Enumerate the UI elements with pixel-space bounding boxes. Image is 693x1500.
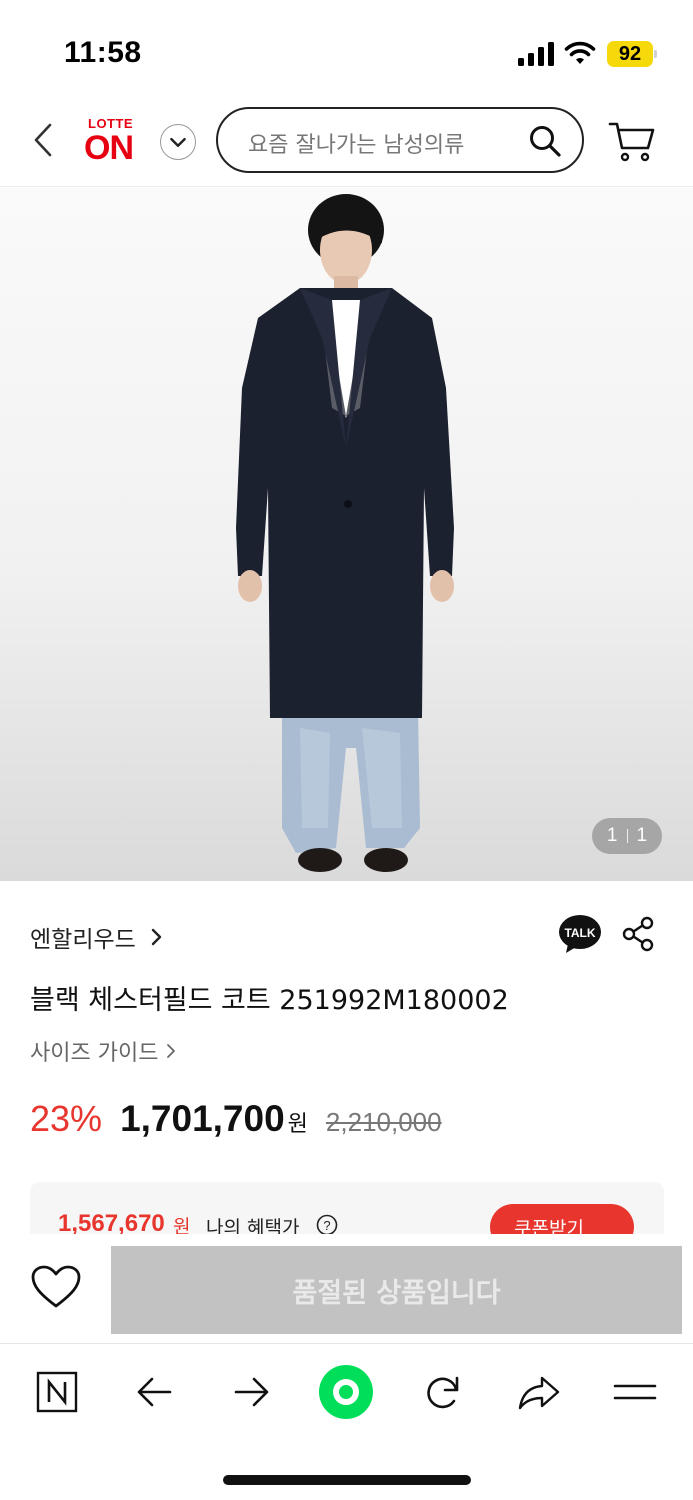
status-bar: 11:58 92 (0, 0, 693, 100)
battery-indicator: 92 (607, 41, 657, 67)
battery-tip (654, 50, 657, 58)
benefit-label: 나의 혜택가 (206, 1217, 300, 1234)
cart-icon[interactable] (608, 120, 656, 164)
image-counter-divider (626, 829, 628, 843)
search-input[interactable]: 요즘 잘나가는 남성의류 (248, 127, 464, 159)
coupon-button[interactable]: 쿠폰받기 (490, 1204, 634, 1234)
image-counter-total: 1 (636, 825, 648, 846)
size-guide-link[interactable]: 사이즈 가이드 (30, 1035, 176, 1067)
status-time: 11:58 (64, 36, 142, 69)
wifi-icon (564, 41, 596, 64)
browser-toolbar (0, 1345, 693, 1500)
arrow-right-icon[interactable] (226, 1367, 276, 1417)
search-icon[interactable] (528, 124, 562, 158)
home-indicator[interactable] (223, 1475, 471, 1485)
size-guide-label[interactable]: 사이즈 가이드 (30, 1035, 158, 1067)
svg-text:TALK: TALK (564, 926, 595, 940)
battery-level: 92 (607, 41, 653, 67)
heart-icon[interactable] (30, 1264, 82, 1310)
lotte-on-logo[interactable]: LOTTE ON (84, 114, 144, 170)
benefit-price-box: 1,567,670 원 나의 혜택가 ? 쿠폰받기 (30, 1182, 664, 1234)
purchase-action-bar: 품절된 상품입니다 (0, 1234, 693, 1344)
product-title: 블랙 체스터필드 코트 251992M180002 (30, 985, 509, 1016)
soldout-button[interactable]: 품절된 상품입니다 (111, 1246, 682, 1334)
help-icon[interactable]: ? (316, 1214, 338, 1234)
sale-price: 1,701,700 (120, 1098, 285, 1139)
original-price: 2,210,000 (325, 1107, 442, 1137)
cellular-signal-icon (518, 42, 554, 66)
refresh-icon[interactable] (418, 1367, 468, 1417)
chevron-right-icon (167, 1044, 176, 1058)
price-row: 23% 1,701,700 원 2,210,000 (30, 1098, 442, 1140)
image-counter: 1 1 (592, 818, 662, 854)
search-bar[interactable]: 요즘 잘나가는 남성의류 (216, 107, 584, 173)
chevron-down-icon[interactable] (160, 124, 196, 160)
back-icon[interactable] (28, 122, 60, 158)
naver-green-dot-icon[interactable] (318, 1364, 374, 1420)
benefit-price-currency: 원 (173, 1216, 191, 1234)
brand-name[interactable]: 엔할리우드 (30, 920, 136, 954)
coupon-button-label: 쿠폰받기 (514, 1218, 584, 1234)
svg-text:?: ? (323, 1218, 330, 1233)
product-photo (236, 194, 454, 872)
menu-icon[interactable] (610, 1367, 660, 1417)
share-icon[interactable] (620, 915, 656, 953)
app-header: LOTTE ON 요즘 잘나가는 남성의류 (0, 100, 693, 187)
benefit-price: 1,567,670 (58, 1210, 165, 1234)
logo-on-text: ON (84, 129, 134, 167)
sale-price-currency: 원 (287, 1112, 308, 1137)
discount-rate: 23% (30, 1098, 103, 1139)
kakao-talk-icon[interactable]: TALK (558, 914, 602, 954)
naver-n-icon[interactable] (32, 1367, 82, 1417)
arrow-left-icon[interactable] (130, 1367, 180, 1417)
product-image-gallery[interactable]: 1 1 (0, 188, 693, 881)
image-counter-current: 1 (606, 825, 618, 846)
brand-link[interactable]: 엔할리우드 (30, 920, 164, 954)
forward-share-icon[interactable] (514, 1367, 564, 1417)
chevron-right-icon (151, 928, 162, 946)
